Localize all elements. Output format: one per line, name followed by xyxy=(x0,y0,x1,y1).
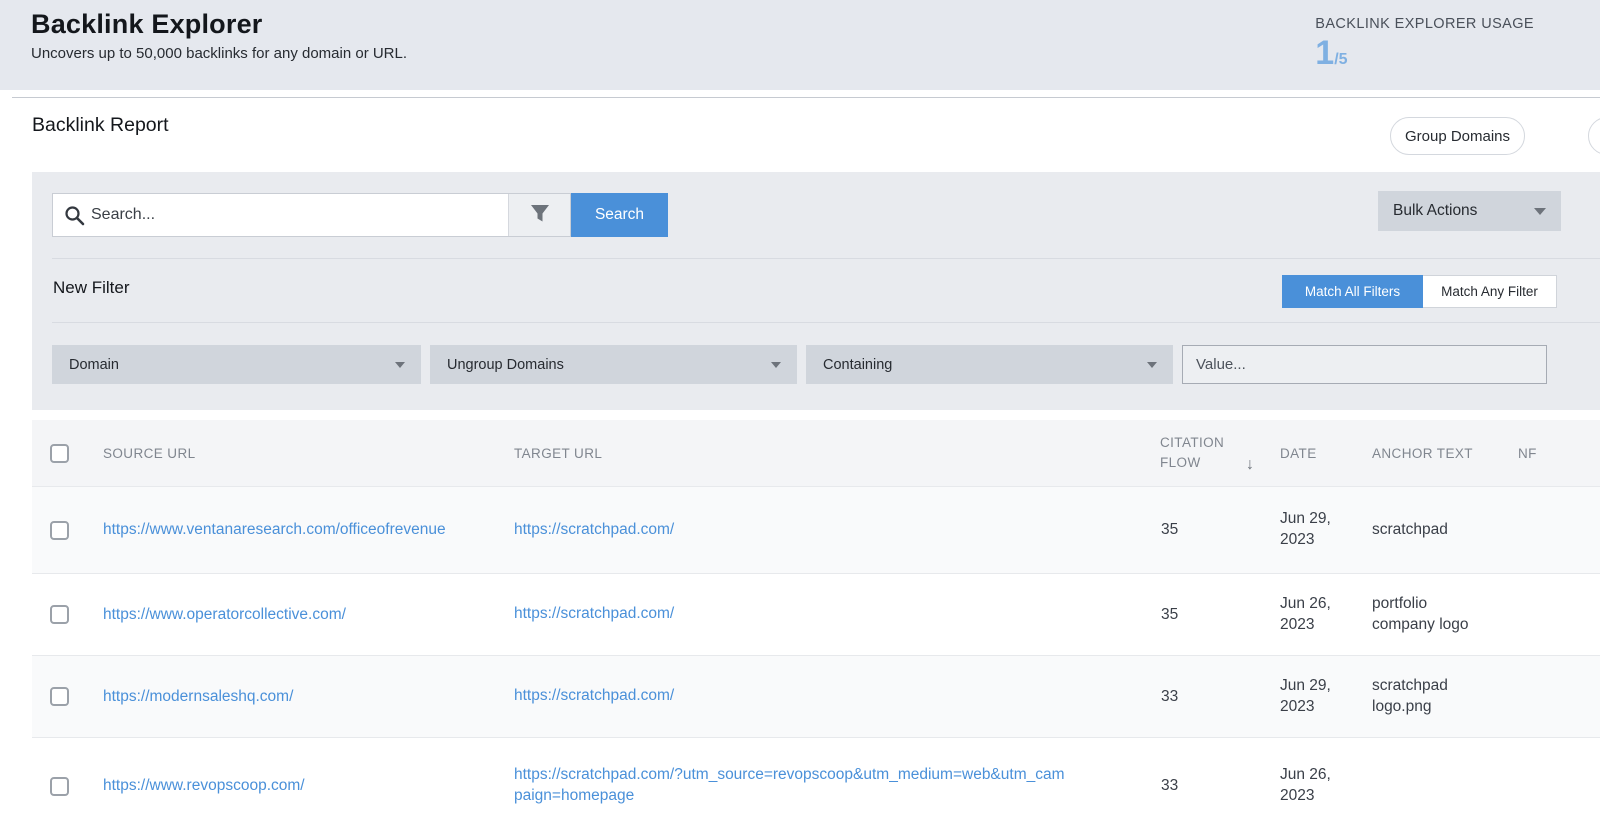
search-box xyxy=(52,193,571,237)
filter-operator-value: Containing xyxy=(823,356,893,373)
filter-field-dropdown[interactable]: Domain xyxy=(52,345,421,384)
anchor-text-value: scratchpad xyxy=(1372,520,1448,538)
date-value: Jun 29, 2023 xyxy=(1280,510,1331,548)
search-input[interactable] xyxy=(53,194,508,236)
filter-group-value: Ungroup Domains xyxy=(447,356,564,373)
partial-edge-button[interactable] xyxy=(1588,117,1600,155)
header-nf[interactable]: NF xyxy=(1518,446,1600,461)
bulk-actions-dropdown[interactable]: Bulk Actions xyxy=(1378,191,1561,231)
table-row: https://www.ventanaresearch.com/officeof… xyxy=(32,487,1600,574)
header-citation-flow[interactable]: CITATION FLOW ↓ xyxy=(1160,433,1280,472)
filter-row: Domain Ungroup Domains Containing xyxy=(32,345,1600,384)
match-mode-toggle: Match All Filters Match Any Filter xyxy=(1282,275,1557,308)
row-checkbox[interactable] xyxy=(50,687,69,706)
usage-widget: BACKLINK EXPLORER USAGE 1/5 xyxy=(1315,16,1534,73)
source-url-link[interactable]: https://www.operatorcollective.com/ xyxy=(103,606,346,623)
panel-divider-bottom xyxy=(52,322,1600,323)
source-url-link[interactable]: https://www.revopscoop.com/ xyxy=(103,777,305,794)
header-anchor-text[interactable]: ANCHOR TEXT xyxy=(1372,446,1518,461)
page-title: Backlink Explorer xyxy=(31,9,263,39)
header-target-url[interactable]: TARGET URL xyxy=(514,446,1160,461)
group-domains-button[interactable]: Group Domains xyxy=(1390,117,1525,155)
row-checkbox[interactable] xyxy=(50,605,69,624)
row-checkbox[interactable] xyxy=(50,520,69,540)
table-row: https://www.operatorcollective.com/ http… xyxy=(32,574,1600,656)
table-header-row: SOURCE URL TARGET URL CITATION FLOW ↓ DA… xyxy=(32,420,1600,487)
usage-total: /5 xyxy=(1334,51,1348,68)
backlink-explorer-page: Backlink Explorer Uncovers up to 50,000 … xyxy=(0,0,1600,834)
anchor-text-value: scratchpad logo.png xyxy=(1372,676,1448,715)
usage-current: 1 xyxy=(1315,34,1335,72)
citation-flow-value: 35 xyxy=(1161,521,1179,538)
header-source-url[interactable]: SOURCE URL xyxy=(103,446,514,461)
target-url-link[interactable]: https://scratchpad.com/ xyxy=(514,686,674,707)
search-bar: Search xyxy=(52,193,668,237)
filter-value-input[interactable] xyxy=(1182,345,1547,384)
filter-operator-dropdown[interactable]: Containing xyxy=(806,345,1173,384)
citation-flow-value: 33 xyxy=(1161,687,1179,705)
date-value: Jun 26, 2023 xyxy=(1280,594,1331,633)
search-filter-panel: Search Bulk Actions New Filter Match All… xyxy=(32,172,1600,410)
backlink-table: SOURCE URL TARGET URL CITATION FLOW ↓ DA… xyxy=(32,420,1600,834)
usage-counter: 1/5 xyxy=(1315,34,1534,73)
target-url-link[interactable]: https://scratchpad.com/ xyxy=(514,604,674,625)
chevron-down-icon xyxy=(1534,207,1546,215)
citation-flow-value: 33 xyxy=(1161,777,1179,794)
panel-divider-top xyxy=(52,258,1600,259)
match-any-filter-button[interactable]: Match Any Filter xyxy=(1423,275,1557,308)
new-filter-title: New Filter xyxy=(53,278,130,297)
source-url-link[interactable]: https://www.ventanaresearch.com/officeof… xyxy=(103,521,446,538)
citation-flow-value: 35 xyxy=(1161,605,1179,623)
target-url-link[interactable]: https://scratchpad.com/ xyxy=(514,520,674,541)
bulk-actions-label: Bulk Actions xyxy=(1393,202,1478,219)
usage-label: BACKLINK EXPLORER USAGE xyxy=(1315,16,1534,32)
filter-toggle-button[interactable] xyxy=(508,194,570,236)
page-subtitle: Uncovers up to 50,000 backlinks for any … xyxy=(31,45,408,62)
match-all-filters-button[interactable]: Match All Filters xyxy=(1282,275,1423,308)
report-title: Backlink Report xyxy=(32,114,169,136)
chevron-down-icon xyxy=(1147,361,1157,368)
filter-field-value: Domain xyxy=(69,356,119,373)
search-icon xyxy=(64,205,85,231)
header-divider xyxy=(12,97,1600,98)
search-button[interactable]: Search xyxy=(571,193,668,237)
header-date[interactable]: DATE xyxy=(1280,446,1372,461)
date-value: Jun 29, 2023 xyxy=(1280,676,1331,715)
sort-descending-icon[interactable]: ↓ xyxy=(1246,456,1254,474)
table-row: https://modernsaleshq.com/ https://scrat… xyxy=(32,656,1600,738)
app-header: Backlink Explorer Uncovers up to 50,000 … xyxy=(0,0,1600,90)
funnel-icon xyxy=(529,202,551,229)
table-row: https://www.revopscoop.com/ https://scra… xyxy=(32,738,1600,834)
search-input-wrap xyxy=(53,194,508,236)
source-url-link[interactable]: https://modernsaleshq.com/ xyxy=(103,688,293,705)
row-checkbox[interactable] xyxy=(50,776,69,796)
anchor-text-value: portfolio company logo xyxy=(1372,594,1469,633)
group-domains-label: Group Domains xyxy=(1404,127,1511,145)
select-all-checkbox[interactable] xyxy=(50,443,69,463)
target-url-link[interactable]: https://scratchpad.com/?utm_source=revop… xyxy=(514,765,1069,807)
filter-group-dropdown[interactable]: Ungroup Domains xyxy=(430,345,797,384)
chevron-down-icon xyxy=(771,361,781,368)
date-value: Jun 26, 2023 xyxy=(1280,766,1331,804)
chevron-down-icon xyxy=(395,361,405,368)
